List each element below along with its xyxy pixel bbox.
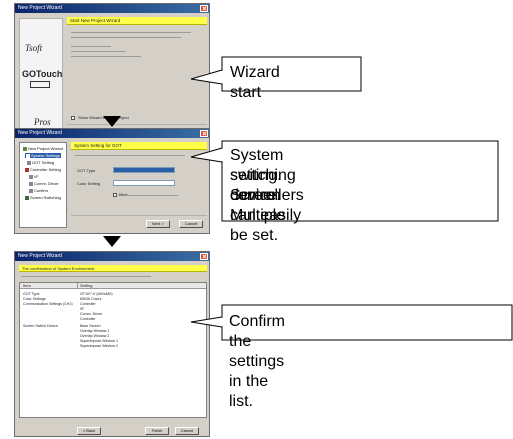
- callout-text: Confirm the settings in the list.: [229, 313, 286, 410]
